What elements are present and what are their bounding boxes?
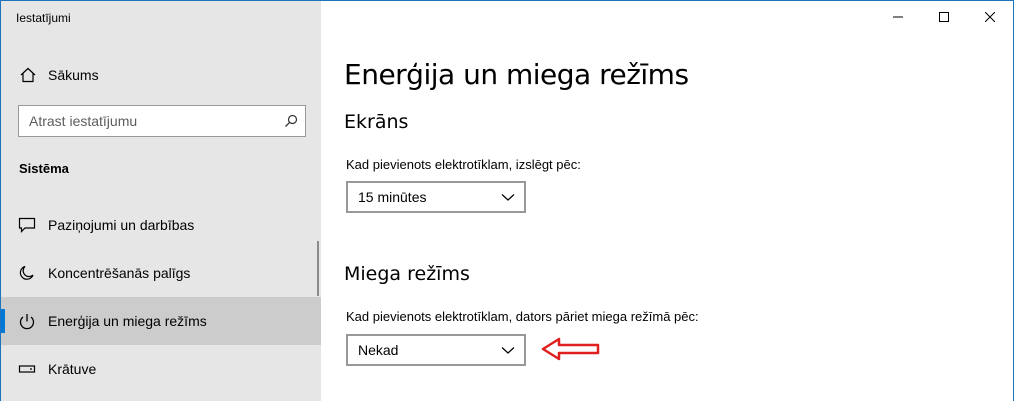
- sidebar-item-label: Paziņojumi un darbības: [48, 217, 195, 233]
- sidebar-item-power-sleep[interactable]: Enerģija un miega režīms: [1, 297, 321, 345]
- chevron-down-icon: [501, 347, 515, 354]
- sleep-heading: Miega režīms: [344, 263, 470, 285]
- section-title: Sistēma: [19, 161, 69, 176]
- sidebar-item-focus-assist[interactable]: Koncentrēšanās palīgs: [1, 249, 321, 297]
- sidebar-scrollbar[interactable]: [317, 241, 319, 296]
- sidebar-item-label: Enerģija un miega režīms: [48, 313, 207, 329]
- screen-heading: Ekrāns: [344, 111, 409, 133]
- sidebar-item-label: Koncentrēšanās palīgs: [48, 265, 191, 281]
- sidebar-home-label: Sākums: [48, 67, 99, 83]
- sidebar: Iestatījumi Sākums Atrast iestatījumu Si…: [1, 1, 321, 401]
- search-input[interactable]: Atrast iestatījumu: [18, 105, 306, 137]
- sidebar-home[interactable]: Sākums: [1, 59, 321, 91]
- sleep-timeout-dropdown[interactable]: Nekad: [346, 334, 526, 366]
- search-placeholder: Atrast iestatījumu: [29, 113, 138, 129]
- sidebar-item-notifications[interactable]: Paziņojumi un darbības: [1, 201, 321, 249]
- home-icon: [20, 67, 36, 83]
- screen-timeout-label: Kad pievienots elektrotīklam, izslēgt pē…: [346, 157, 581, 172]
- main-content: Enerģija un miega režīms Ekrāns Kad piev…: [322, 1, 1013, 401]
- sidebar-item-storage[interactable]: Krātuve: [1, 345, 321, 393]
- moon-icon: [19, 265, 34, 280]
- screen-timeout-dropdown[interactable]: 15 minūtes: [346, 181, 526, 213]
- screen-timeout-value: 15 minūtes: [358, 189, 427, 205]
- sleep-timeout-label: Kad pievienots elektrotīklam, dators pār…: [346, 309, 699, 324]
- sidebar-item-label: Krātuve: [48, 361, 97, 377]
- page-title: Enerģija un miega režīms: [344, 58, 689, 91]
- annotation-arrow-icon: [541, 337, 600, 361]
- power-icon: [19, 314, 35, 330]
- sleep-timeout-value: Nekad: [358, 342, 399, 358]
- settings-window: Iestatījumi Sākums Atrast iestatījumu Si…: [0, 0, 1014, 401]
- search-icon[interactable]: [284, 114, 298, 128]
- notification-icon: [18, 217, 36, 233]
- storage-icon: [18, 365, 36, 373]
- app-title: Iestatījumi: [16, 11, 71, 25]
- chevron-down-icon: [501, 194, 515, 201]
